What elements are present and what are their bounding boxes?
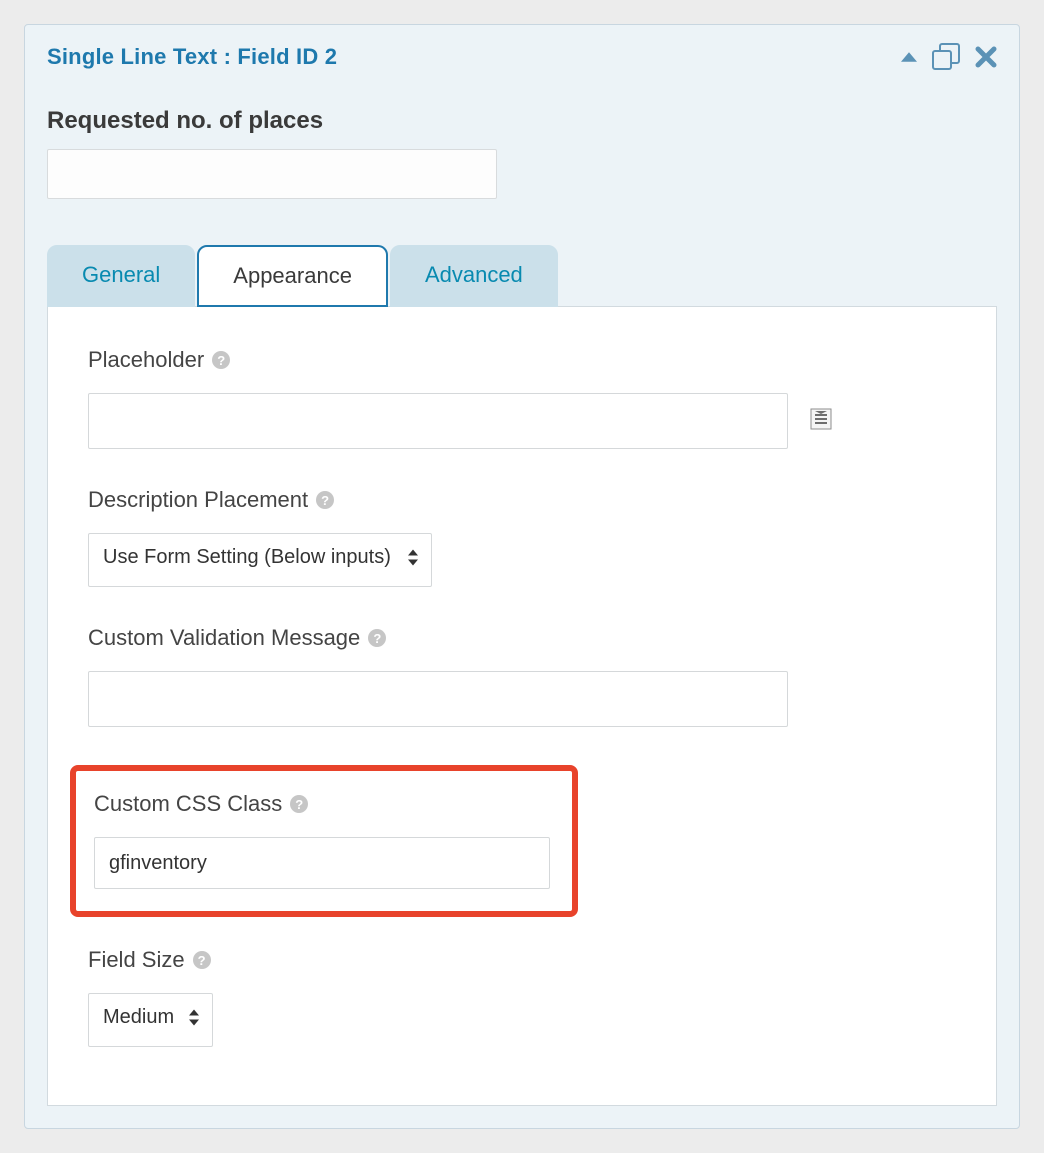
description-placement-label: Description Placement ?: [88, 487, 956, 513]
help-icon[interactable]: ?: [193, 951, 211, 969]
setting-placeholder: Placeholder ?: [88, 347, 956, 449]
panel-header: Single Line Text : Field ID 2: [25, 25, 1019, 87]
field-settings-panel: Single Line Text : Field ID 2 Requested …: [24, 24, 1020, 1129]
setting-field-size: Field Size ? Medium: [88, 947, 956, 1047]
description-placement-label-text: Description Placement: [88, 487, 308, 513]
field-preview-label: Requested no. of places: [47, 107, 997, 135]
placeholder-input[interactable]: [88, 393, 788, 449]
help-icon[interactable]: ?: [290, 795, 308, 813]
help-icon[interactable]: ?: [368, 629, 386, 647]
close-icon[interactable]: [975, 46, 997, 68]
field-size-select[interactable]: Medium: [88, 993, 213, 1047]
placeholder-label-text: Placeholder: [88, 347, 204, 373]
custom-validation-label-text: Custom Validation Message: [88, 625, 360, 651]
panel-title: Single Line Text : Field ID 2: [47, 44, 337, 70]
tab-content-appearance: Placeholder ?: [47, 306, 997, 1106]
custom-css-label-text: Custom CSS Class: [94, 791, 282, 817]
panel-body: Requested no. of places General Appearan…: [25, 87, 1019, 1128]
description-placement-select[interactable]: Use Form Setting (Below inputs): [88, 533, 432, 587]
placeholder-label: Placeholder ?: [88, 347, 956, 373]
setting-description-placement: Description Placement ? Use Form Setting…: [88, 487, 956, 587]
custom-validation-input[interactable]: [88, 671, 788, 727]
field-size-value: Medium: [103, 1006, 174, 1028]
tabs: General Appearance Advanced: [47, 245, 997, 307]
merge-tags-icon[interactable]: [810, 408, 832, 435]
duplicate-icon[interactable]: [931, 43, 961, 71]
field-size-label: Field Size ?: [88, 947, 956, 973]
tab-general[interactable]: General: [47, 245, 195, 307]
panel-actions: [901, 43, 997, 71]
tab-advanced[interactable]: Advanced: [390, 245, 558, 307]
help-icon[interactable]: ?: [212, 351, 230, 369]
custom-css-input[interactable]: [94, 837, 550, 889]
setting-custom-css-highlight: Custom CSS Class ?: [70, 765, 578, 917]
custom-validation-label: Custom Validation Message ?: [88, 625, 956, 651]
field-preview: Requested no. of places: [47, 107, 997, 199]
setting-custom-validation: Custom Validation Message ?: [88, 625, 956, 727]
collapse-icon[interactable]: [901, 52, 917, 62]
help-icon[interactable]: ?: [316, 491, 334, 509]
tab-appearance[interactable]: Appearance: [197, 245, 388, 307]
field-preview-input[interactable]: [47, 149, 497, 199]
description-placement-value: Use Form Setting (Below inputs): [103, 546, 391, 568]
field-size-label-text: Field Size: [88, 947, 185, 973]
custom-css-label: Custom CSS Class ?: [94, 791, 554, 817]
